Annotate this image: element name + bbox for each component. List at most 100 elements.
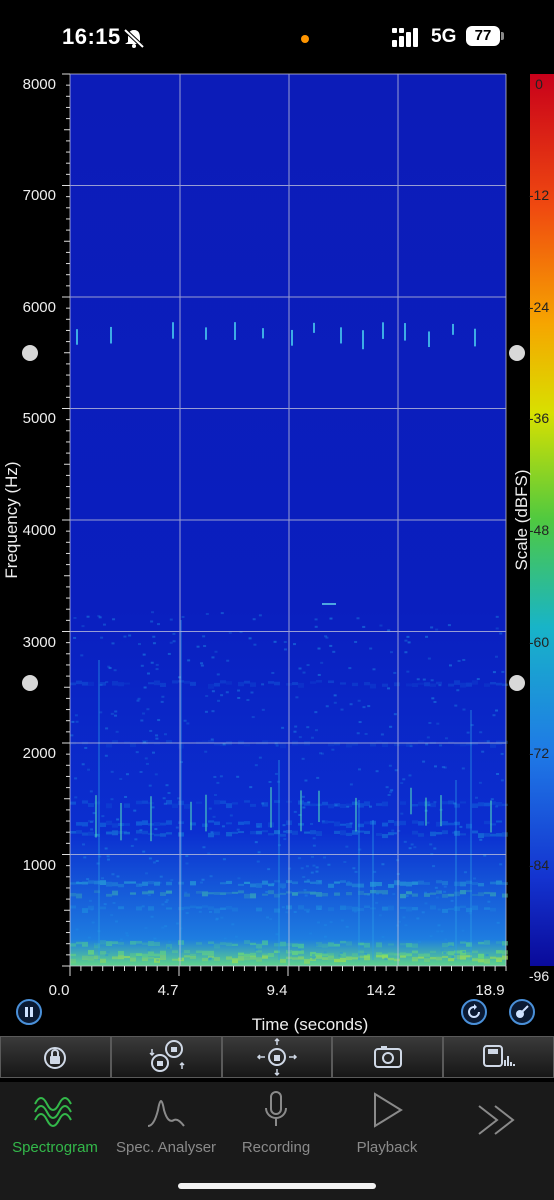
speckle [161, 926, 165, 929]
speckle [487, 900, 491, 903]
speckle [75, 928, 79, 931]
noise-band [472, 680, 478, 685]
speckle [184, 891, 188, 894]
speckle [316, 776, 320, 779]
noise-band [406, 906, 412, 912]
settings-button[interactable] [509, 999, 535, 1025]
noise-band [490, 881, 496, 885]
speckle [499, 863, 503, 866]
noise-band [298, 682, 304, 688]
speckle [91, 921, 95, 924]
speckle [222, 743, 226, 746]
noise-band [412, 943, 418, 948]
noise-band [160, 682, 166, 688]
noise-band [496, 820, 502, 823]
noise-band [160, 950, 166, 956]
speckle [406, 670, 410, 673]
noise-band [130, 957, 136, 962]
scale-max-handle[interactable] [509, 345, 525, 361]
noise-band [190, 881, 196, 886]
speckle [456, 689, 460, 692]
speckle [426, 736, 430, 739]
speckle [298, 667, 302, 670]
noise-band [208, 906, 214, 910]
noise-band [466, 682, 472, 687]
tab-spectrogram[interactable]: Spectrogram [0, 1090, 110, 1156]
pan-button[interactable] [221, 1036, 333, 1078]
zoom-button[interactable] [110, 1036, 222, 1078]
speckle [431, 697, 435, 700]
speckle [440, 930, 444, 933]
move-zoom-icon [149, 1040, 185, 1072]
scale-min-handle[interactable] [509, 675, 525, 691]
noise-band [70, 882, 76, 885]
noise-band [238, 831, 244, 834]
lock-button[interactable] [0, 1036, 111, 1078]
speckle [139, 828, 143, 831]
speckle [231, 923, 235, 926]
noise-band [262, 955, 268, 959]
spectrogram-view[interactable] [0, 60, 554, 1020]
noise-band [340, 682, 346, 685]
speckle [106, 858, 110, 861]
speckle [152, 635, 156, 638]
speckle [315, 870, 319, 873]
noise-band [436, 832, 442, 835]
noise-band [250, 955, 256, 960]
frequency-max-handle[interactable] [22, 345, 38, 361]
noise-band [298, 905, 304, 910]
speckle [74, 777, 78, 780]
speckle [340, 708, 344, 711]
tab-recording[interactable]: Recording [221, 1090, 331, 1156]
noise-band [334, 958, 340, 963]
noise-band [490, 833, 496, 837]
noise-band [478, 882, 484, 887]
speckle [298, 736, 302, 739]
noise-band [262, 830, 268, 833]
speckle [119, 778, 123, 781]
scale-axis-title: Scale (dBFS) [512, 469, 531, 571]
speckle [234, 935, 238, 938]
speckle [210, 831, 214, 834]
chirp-mark [313, 322, 315, 333]
noise-band [76, 893, 82, 899]
speckle [256, 860, 260, 863]
speckle [427, 804, 431, 807]
speckle [472, 877, 476, 880]
snapshot-button[interactable] [332, 1036, 444, 1078]
noise-band [262, 940, 268, 946]
speckle [408, 847, 412, 850]
speckle [306, 726, 310, 729]
noise-band [136, 953, 142, 956]
speckle [410, 843, 414, 846]
speckle [346, 805, 350, 808]
speckle [71, 720, 75, 723]
y-tick-label: 5000 [22, 410, 56, 427]
reset-button[interactable] [461, 999, 487, 1025]
noise-band [208, 892, 214, 895]
noise-band [502, 941, 508, 946]
speckle [448, 664, 452, 667]
speckle [101, 877, 105, 880]
noise-band [208, 832, 214, 838]
noise-band [442, 942, 448, 948]
noise-band [334, 821, 340, 827]
noise-band [382, 801, 388, 807]
speckle [310, 871, 314, 874]
tab-more[interactable] [442, 1100, 552, 1145]
frequency-min-handle[interactable] [22, 675, 38, 691]
noise-band [340, 957, 346, 963]
noise-band [88, 681, 94, 686]
pause-button[interactable] [16, 999, 42, 1025]
speckle [204, 710, 208, 713]
speckle [104, 754, 108, 757]
speckle [429, 843, 433, 846]
speckle [133, 809, 137, 812]
speckle [254, 948, 258, 951]
noise-band [334, 892, 340, 896]
tab-playback[interactable]: Playback [332, 1090, 442, 1156]
noise-band [124, 881, 130, 884]
speckle [81, 843, 85, 846]
save-button[interactable] [443, 1036, 554, 1078]
tab-spec-analyser[interactable]: Spec. Analyser [111, 1090, 221, 1156]
